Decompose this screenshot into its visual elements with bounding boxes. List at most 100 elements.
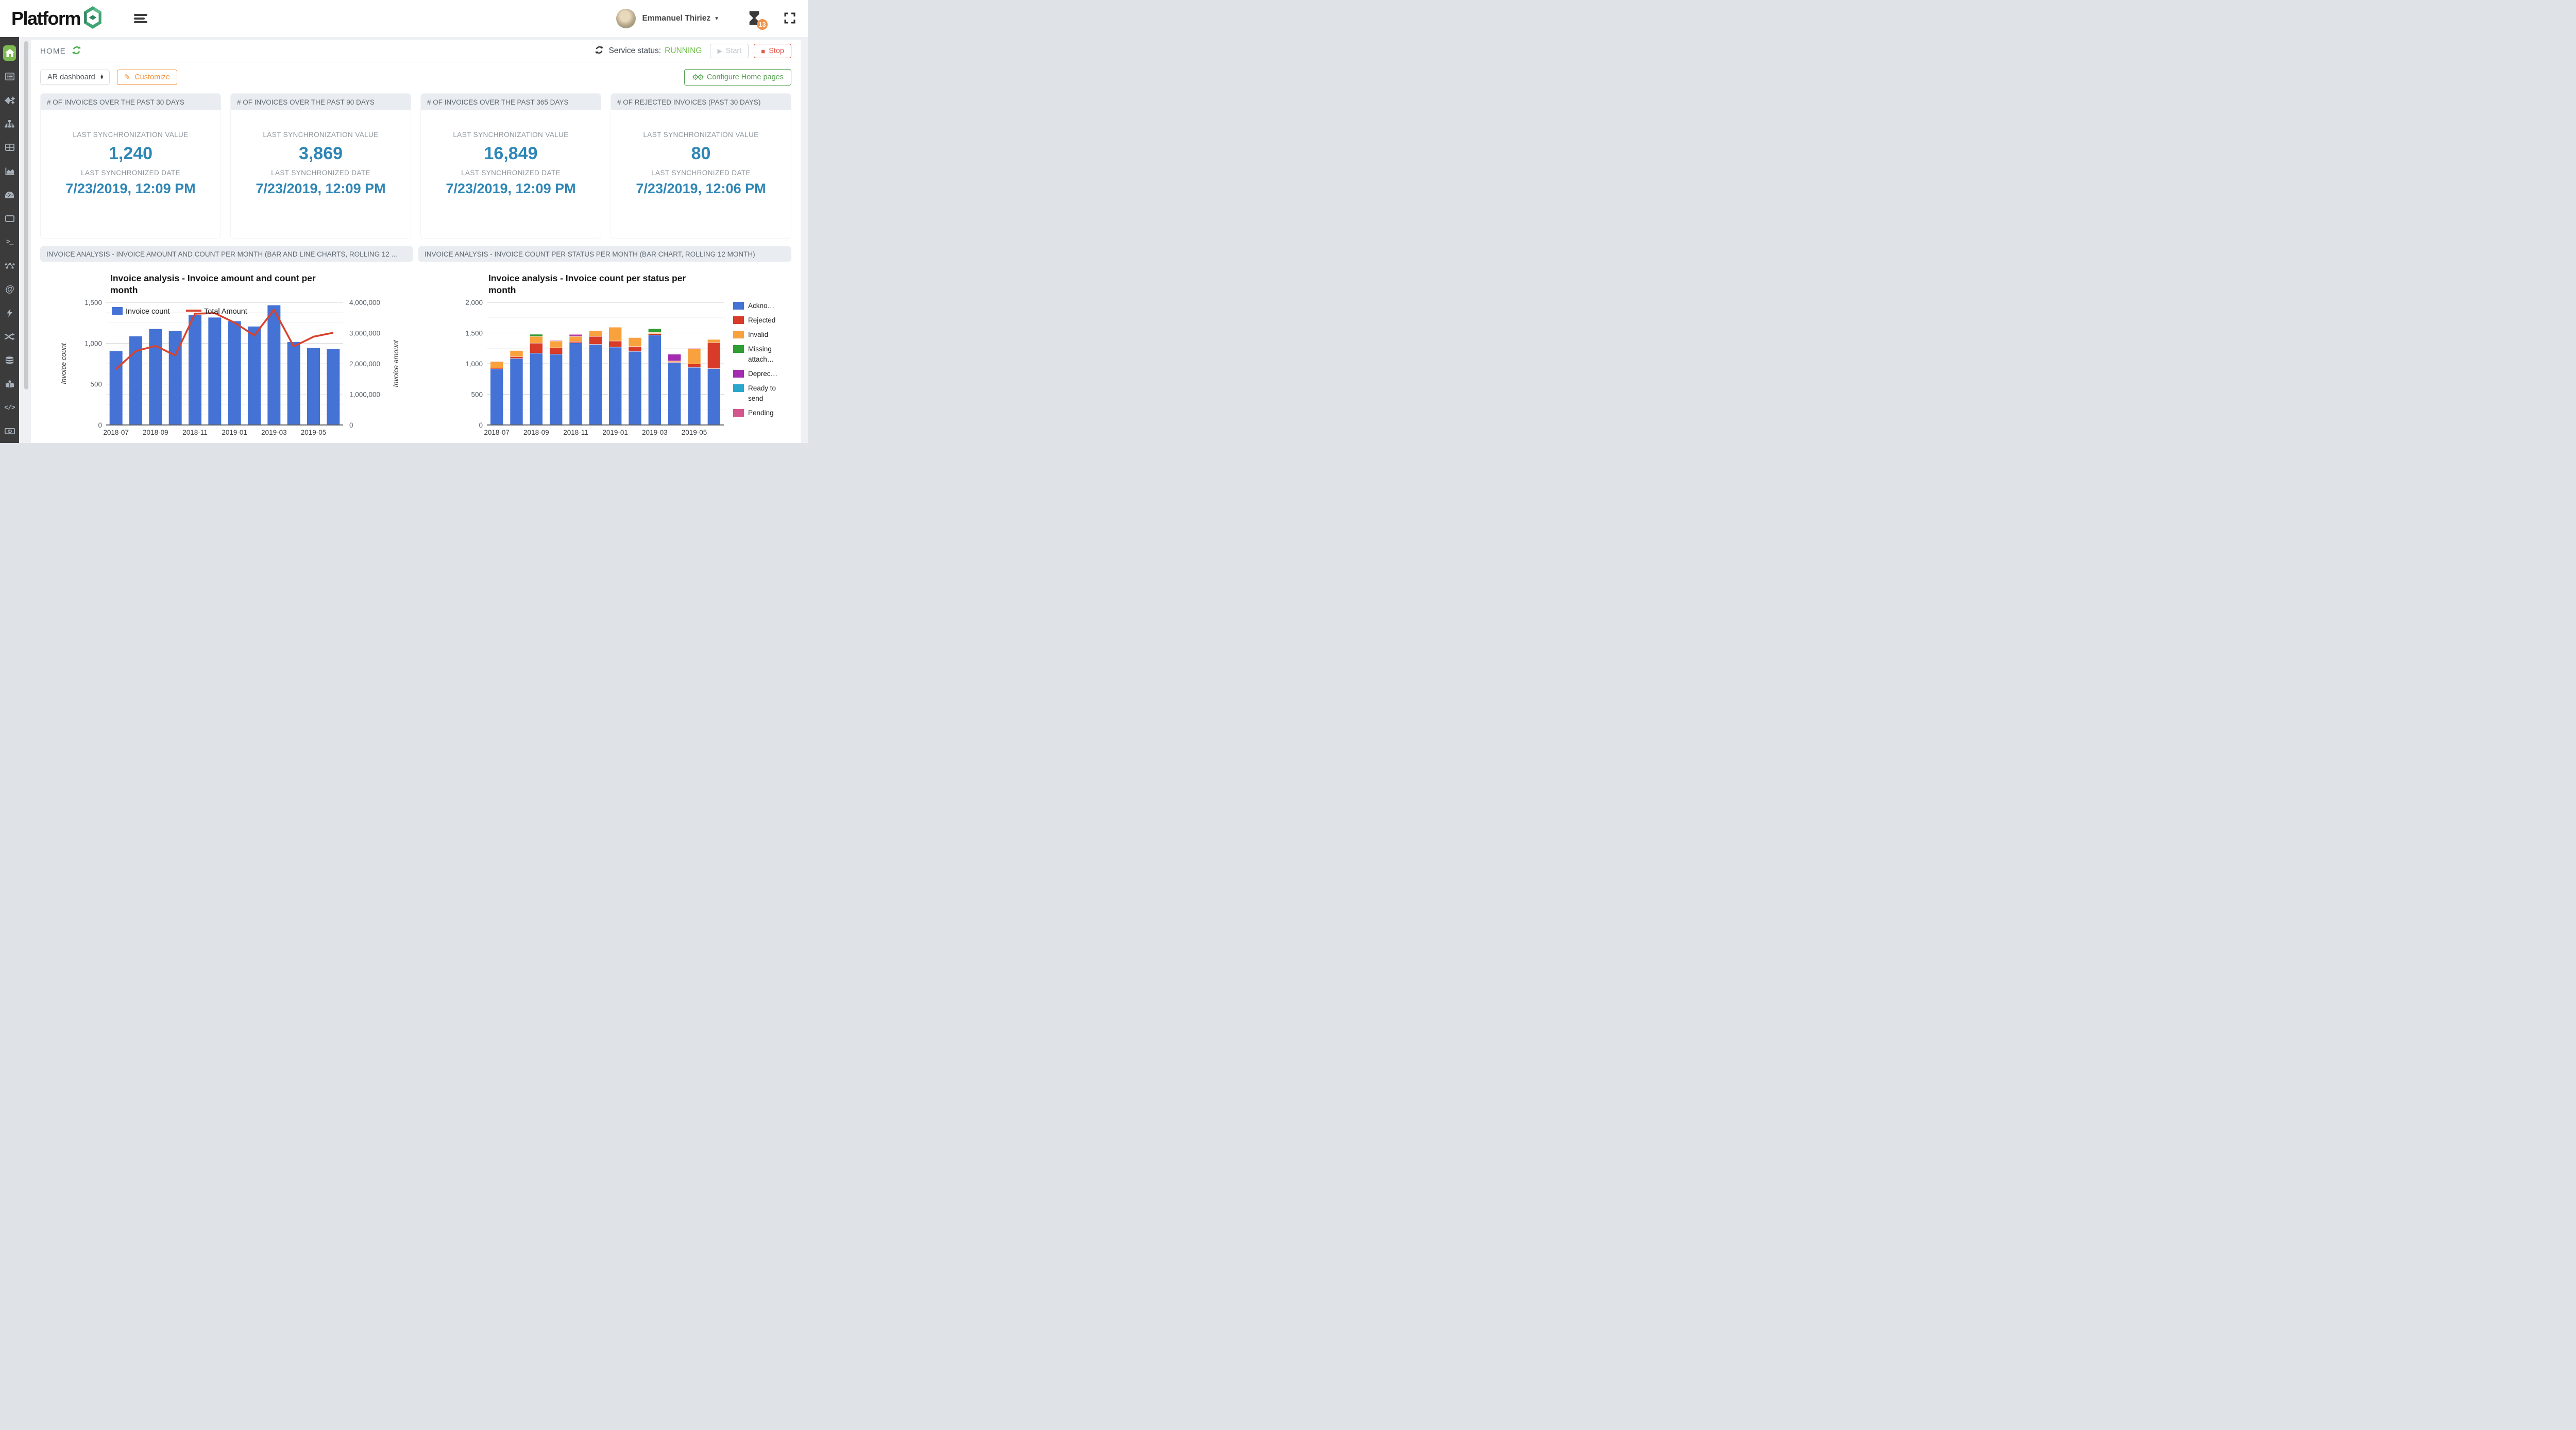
svg-text:0: 0 [349, 421, 353, 429]
terminal-icon: >_ [6, 238, 13, 246]
forms-list-icon [5, 73, 14, 80]
sidebar-item-workflows[interactable] [0, 254, 19, 278]
sidebar-item-data[interactable] [0, 348, 19, 372]
refresh-page-button[interactable] [72, 46, 81, 56]
dashboard-select-value: AR dashboard [47, 73, 95, 81]
podium-icon [5, 380, 14, 388]
configure-home-pages-button[interactable]: ⚙⚙ Configure Home pages [684, 69, 791, 86]
code-icon: </> [4, 404, 14, 412]
kpi-value: 16,849 [484, 144, 538, 164]
bolt-icon [6, 309, 13, 317]
tables-grid-icon [5, 144, 14, 151]
sidebar-item-terminal[interactable]: >_ [0, 230, 19, 254]
sidebar-item-organizations[interactable] [0, 372, 19, 396]
svg-text:Invoice amount: Invoice amount [392, 339, 400, 387]
svg-text:send: send [748, 395, 763, 402]
app-window: Platform Emmanuel Thiriez ▼ 13 [0, 0, 808, 443]
user-avatar[interactable] [616, 9, 636, 28]
svg-text:Invoice count: Invoice count [60, 343, 67, 384]
sidebar-item-routes[interactable] [0, 112, 19, 136]
main-content: HOME Service status: RUNNING ▶ Start ■ S… [31, 40, 801, 443]
user-name[interactable]: Emmanuel Thiriez [642, 14, 710, 23]
customize-button[interactable]: ✎ Customize [117, 70, 177, 85]
svg-text:2018-07: 2018-07 [484, 429, 510, 436]
pending-tasks-button[interactable]: 13 [748, 11, 761, 26]
kpi-card-header: # OF INVOICES OVER THE PAST 30 DAYS [41, 94, 221, 110]
breadcrumb-toolbar: HOME Service status: RUNNING ▶ Start ■ S… [31, 40, 801, 62]
sidebar-item-email[interactable]: @ [0, 278, 19, 301]
svg-text:Invoice analysis - Invoice cou: Invoice analysis - Invoice count per sta… [488, 273, 686, 283]
stop-square-icon: ■ [761, 47, 765, 55]
dashboard-select[interactable]: AR dashboard ▲▼ [40, 70, 110, 85]
kpi-date: 7/23/2019, 12:06 PM [636, 181, 766, 197]
gauge-icon [5, 191, 14, 198]
sidebar-item-scripts[interactable]: </> [0, 396, 19, 419]
svg-text:2018-07: 2018-07 [103, 429, 129, 436]
sidebar-item-home[interactable] [0, 41, 19, 65]
kpi-value: 80 [691, 144, 711, 164]
kpi-card-90-days: # OF INVOICES OVER THE PAST 90 DAYS LAST… [230, 93, 411, 239]
kpi-value-label: LAST SYNCHRONIZATION VALUE [453, 131, 568, 139]
kpi-date-label: LAST SYNCHRONIZED DATE [81, 169, 180, 177]
kpi-card-rejected: # OF REJECTED INVOICES (PAST 30 DAYS) LA… [611, 93, 791, 239]
kpi-value-label: LAST SYNCHRONIZATION VALUE [73, 131, 188, 139]
svg-text:Deprec…: Deprec… [748, 370, 777, 378]
sidebar-item-dashboard[interactable] [0, 183, 19, 207]
sidebar-item-tables[interactable] [0, 136, 19, 160]
svg-text:month: month [110, 285, 138, 295]
combo-bar-line-chart: 05001,0001,50001,000,0002,000,0003,000,0… [40, 262, 413, 443]
svg-text:Invoice analysis - Invoice amo: Invoice analysis - Invoice amount and co… [110, 273, 316, 283]
sitemap-icon [5, 120, 14, 128]
service-status-label: Service status: [608, 46, 661, 56]
svg-text:Total Amount: Total Amount [204, 308, 247, 316]
kpi-date-label: LAST SYNCHRONIZED DATE [461, 169, 561, 177]
svg-text:1,000: 1,000 [84, 339, 102, 347]
fullscreen-button[interactable] [784, 12, 795, 25]
invoice-status-chart-section: INVOICE ANALYSIS - INVOICE COUNT PER STA… [418, 246, 791, 443]
svg-text:Invalid: Invalid [748, 331, 768, 338]
select-arrows-icon: ▲▼ [100, 75, 104, 80]
invoice-amount-count-chart-section: INVOICE ANALYSIS - INVOICE AMOUNT AND CO… [40, 246, 413, 443]
svg-text:2019-03: 2019-03 [261, 429, 287, 436]
svg-text:4,000,000: 4,000,000 [349, 299, 380, 307]
shuffle-icon [5, 333, 15, 340]
sidebar-item-routing[interactable] [0, 325, 19, 349]
sidebar-item-charts[interactable] [0, 159, 19, 183]
svg-text:2019-05: 2019-05 [301, 429, 327, 436]
svg-text:500: 500 [90, 381, 102, 388]
chart-section-header: INVOICE ANALYSIS - INVOICE COUNT PER STA… [418, 246, 791, 262]
kpi-date: 7/23/2019, 12:09 PM [65, 181, 195, 197]
left-sidebar: >_ @ </> 1 [0, 37, 19, 443]
service-refresh-icon[interactable] [595, 46, 603, 57]
svg-text:Invoice count: Invoice count [126, 308, 170, 316]
svg-text:Pending: Pending [748, 409, 774, 417]
menu-hamburger-button[interactable] [134, 14, 147, 23]
top-header: Platform Emmanuel Thiriez ▼ 13 [0, 0, 808, 37]
service-status-value: RUNNING [665, 46, 702, 56]
kpi-card-header: # OF INVOICES OVER THE PAST 90 DAYS [231, 94, 411, 110]
svg-text:1,000: 1,000 [465, 360, 483, 368]
start-service-button[interactable]: ▶ Start [710, 44, 749, 58]
chart-row: INVOICE ANALYSIS - INVOICE AMOUNT AND CO… [31, 239, 801, 443]
brand-name: Platform [11, 8, 80, 29]
play-icon: ▶ [717, 47, 722, 55]
banknote-icon: 1 [5, 428, 15, 434]
svg-text:500: 500 [471, 391, 483, 399]
sidebar-item-billing[interactable]: 1 [0, 419, 19, 443]
platform6-logo[interactable]: Platform [11, 6, 102, 32]
email-at-icon: @ [5, 284, 14, 295]
stop-service-button[interactable]: ■ Stop [754, 44, 791, 58]
kpi-value-label: LAST SYNCHRONIZATION VALUE [263, 131, 378, 139]
svg-text:month: month [488, 285, 516, 295]
kpi-value: 1,240 [109, 144, 152, 164]
sidebar-item-services[interactable] [0, 89, 19, 112]
svg-text:1: 1 [9, 430, 10, 433]
svg-text:2,000,000: 2,000,000 [349, 360, 380, 368]
content-scrollbar[interactable] [24, 41, 28, 389]
sidebar-item-triggers[interactable] [0, 301, 19, 325]
sidebar-item-forms[interactable] [0, 65, 19, 89]
sidebar-item-portal[interactable] [0, 207, 19, 230]
dashboard-controls: AR dashboard ▲▼ ✎ Customize ⚙⚙ Configure… [31, 62, 801, 92]
kpi-date-label: LAST SYNCHRONIZED DATE [651, 169, 751, 177]
svg-text:2018-09: 2018-09 [143, 429, 168, 436]
